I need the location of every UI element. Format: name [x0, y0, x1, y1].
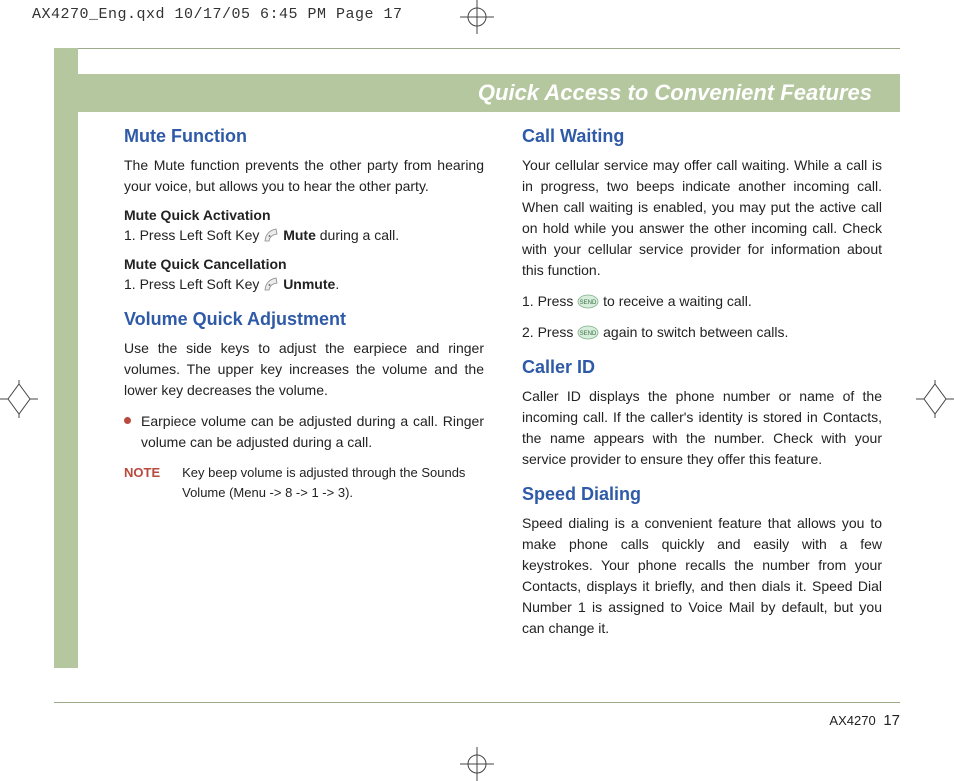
send-key-icon: SEND [577, 294, 599, 309]
bottom-rule [54, 702, 900, 703]
crop-mark-right [916, 380, 954, 418]
mute-cancel-step: 1. Press Left Soft Key Unmute. [124, 274, 484, 295]
call-waiting-intro: Your cellular service may offer call wai… [522, 155, 882, 281]
bullet-icon [124, 417, 131, 424]
note-label: NOTE [124, 463, 160, 503]
heading-caller-id: Caller ID [522, 357, 882, 378]
top-rule [54, 48, 900, 49]
volume-intro: Use the side keys to adjust the earpiece… [124, 338, 484, 401]
print-slug: AX4270_Eng.qxd 10/17/05 6:45 PM Page 17 [32, 6, 403, 23]
registration-mark-top [460, 0, 494, 34]
section-banner: Quick Access to Convenient Features [78, 74, 900, 112]
footer-page-number: 17 [883, 712, 900, 729]
svg-text:SEND: SEND [580, 331, 597, 337]
volume-bullet: Earpiece volume can be adjusted during a… [124, 411, 484, 453]
heading-call-waiting: Call Waiting [522, 126, 882, 147]
page-body: Quick Access to Convenient Features Mute… [54, 48, 900, 741]
speed-dialing-body: Speed dialing is a convenient feature th… [522, 513, 882, 639]
mute-activation-sub: Mute Quick Activation [124, 207, 484, 223]
note-text: Key beep volume is adjusted through the … [182, 463, 484, 503]
right-column: Call Waiting Your cellular service may o… [522, 126, 882, 649]
page-footer: AX4270 17 [829, 712, 900, 729]
mute-activation-step: 1. Press Left Soft Key Mute during a cal… [124, 225, 484, 246]
mute-cancel-sub: Mute Quick Cancellation [124, 256, 484, 272]
call-waiting-step-2: 2. Press SEND again to switch between ca… [522, 322, 882, 343]
heading-speed-dialing: Speed Dialing [522, 484, 882, 505]
registration-mark-bottom [460, 747, 494, 781]
svg-text:SEND: SEND [580, 300, 597, 306]
volume-note: NOTE Key beep volume is adjusted through… [124, 463, 484, 503]
left-column: Mute Function The Mute function prevents… [124, 126, 484, 649]
mute-intro: The Mute function prevents the other par… [124, 155, 484, 197]
send-key-icon: SEND [577, 325, 599, 340]
left-soft-key-icon [263, 227, 279, 243]
section-title: Quick Access to Convenient Features [478, 80, 872, 106]
heading-volume-adjustment: Volume Quick Adjustment [124, 309, 484, 330]
left-soft-key-icon [263, 276, 279, 292]
heading-mute-function: Mute Function [124, 126, 484, 147]
caller-id-body: Caller ID displays the phone number or n… [522, 386, 882, 470]
crop-mark-left [0, 380, 38, 418]
side-color-bar [54, 48, 78, 668]
content-columns: Mute Function The Mute function prevents… [124, 126, 900, 649]
footer-model: AX4270 [829, 713, 875, 728]
call-waiting-step-1: 1. Press SEND to receive a waiting call. [522, 291, 882, 312]
